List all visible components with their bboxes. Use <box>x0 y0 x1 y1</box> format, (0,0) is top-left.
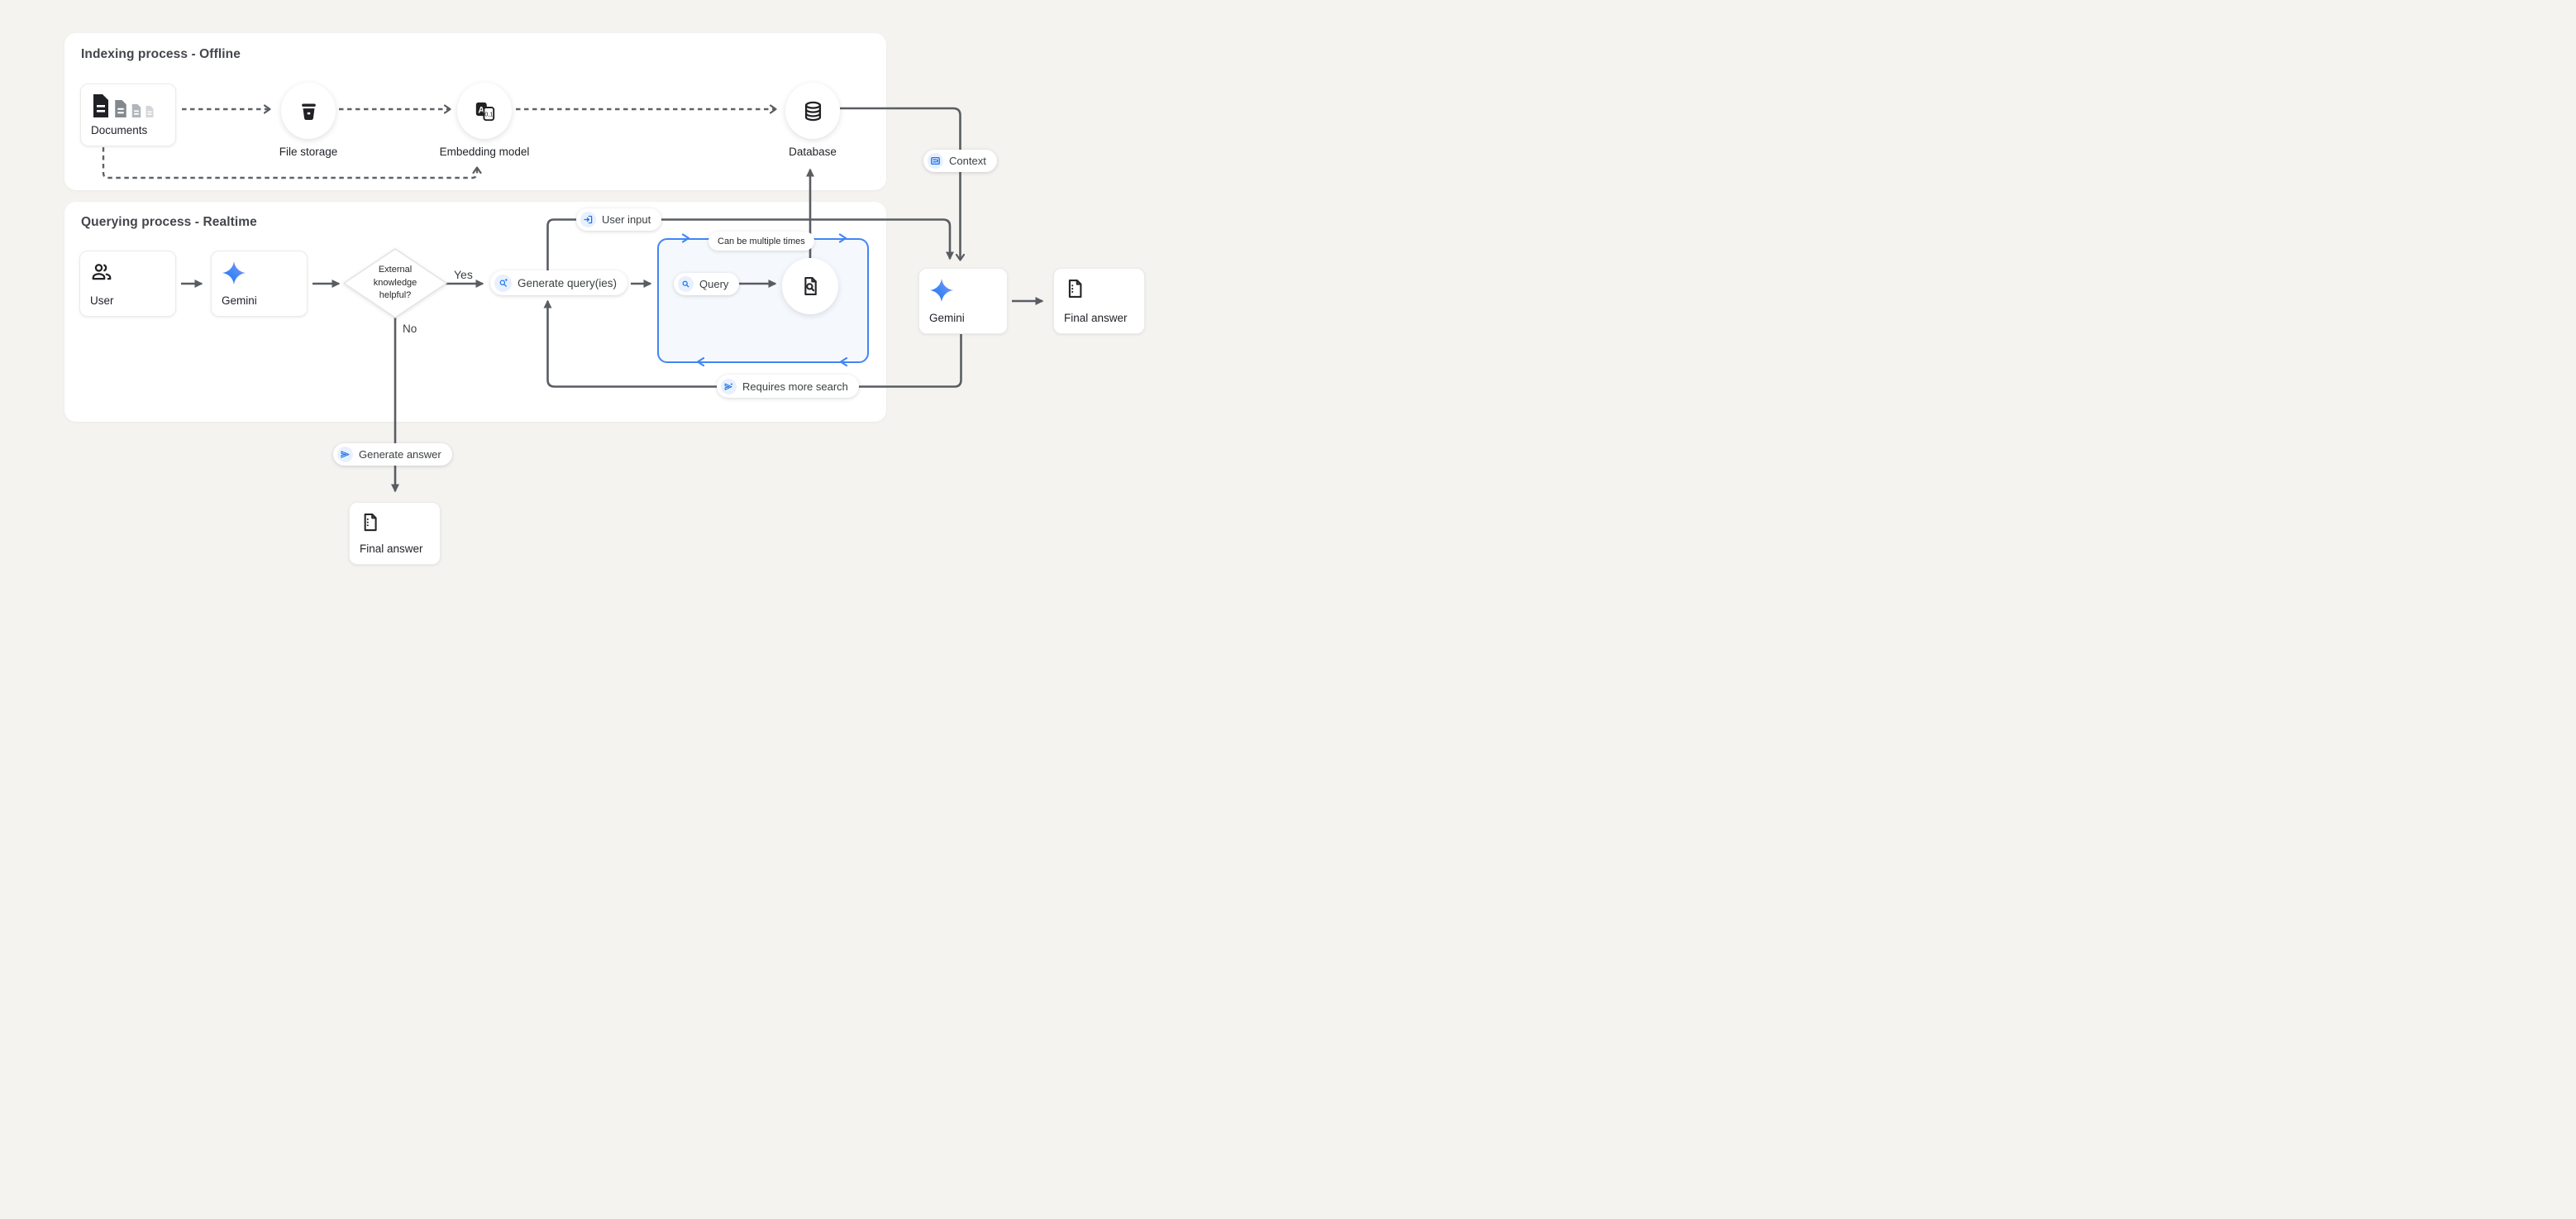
database-icon <box>802 100 824 122</box>
send-sparkle-icon <box>721 379 737 394</box>
gemini-right-node: Gemini <box>918 268 1008 334</box>
can-be-multiple-badge: Can be multiple times <box>708 232 814 251</box>
database-node <box>785 83 840 139</box>
document-icon <box>91 93 111 118</box>
document-icon <box>113 99 128 118</box>
context-badge: Context <box>923 150 997 172</box>
query-label: Query <box>699 278 728 290</box>
search-sparkle-icon <box>494 275 512 292</box>
querying-title: Querying process - Realtime <box>81 215 257 230</box>
send-icon <box>337 447 353 462</box>
user-input-badge: User input <box>576 208 661 231</box>
documents-label: Documents <box>91 124 165 136</box>
gemini-right-label: Gemini <box>929 312 997 324</box>
user-input-icon <box>580 212 596 227</box>
document-icon <box>131 103 142 118</box>
generate-answer-label: Generate answer <box>359 448 441 461</box>
document-icon <box>145 105 155 118</box>
documents-icons <box>91 93 165 118</box>
generate-queries-label: Generate query(ies) <box>518 277 617 289</box>
final-answer-doc-icon <box>1064 278 1085 299</box>
embedding-model-icon: A 0,1 <box>474 100 496 122</box>
context-label: Context <box>949 155 986 167</box>
gemini-left-label: Gemini <box>222 294 297 307</box>
final-answer-bottom-label: Final answer <box>360 543 430 555</box>
file-storage-label: File storage <box>250 144 366 160</box>
indexing-title: Indexing process - Offline <box>81 47 241 62</box>
final-answer-right-label: Final answer <box>1064 312 1134 324</box>
embedding-model-query-node <box>782 258 838 314</box>
database-label: Database <box>755 144 871 160</box>
no-label: No <box>403 323 417 335</box>
user-label: User <box>90 294 165 307</box>
gemini-left-node: Gemini <box>211 251 308 317</box>
gemini-star-icon <box>929 278 954 303</box>
requires-more-search-badge: Requires more search <box>717 375 859 398</box>
yes-label: Yes <box>454 268 473 281</box>
search-document-icon <box>799 275 821 297</box>
embedding-model-top-node: A 0,1 <box>457 83 512 139</box>
decision-text: External knowledge helpful? <box>337 245 453 322</box>
context-icon <box>928 153 943 169</box>
user-node: User <box>79 251 176 317</box>
documents-node: Documents <box>80 84 176 146</box>
user-group-icon <box>90 261 113 284</box>
generate-answer-badge: Generate answer <box>333 443 452 466</box>
generate-queries-badge: Generate query(ies) <box>490 270 627 295</box>
query-badge: Query <box>674 273 739 295</box>
file-storage-node <box>281 83 336 139</box>
embedding-model-top-label: Embedding model <box>427 144 542 160</box>
final-answer-doc-icon <box>360 512 380 533</box>
search-icon <box>678 276 694 292</box>
requires-more-search-label: Requires more search <box>742 380 848 393</box>
svg-text:0,1: 0,1 <box>484 110 493 117</box>
final-answer-right-node: Final answer <box>1053 268 1145 334</box>
final-answer-bottom-node: Final answer <box>349 502 441 565</box>
gemini-star-icon <box>222 261 246 285</box>
query-loop-box <box>657 238 869 363</box>
bucket-icon <box>298 100 320 122</box>
user-input-label: User input <box>602 213 651 226</box>
can-be-multiple-label: Can be multiple times <box>718 237 805 246</box>
